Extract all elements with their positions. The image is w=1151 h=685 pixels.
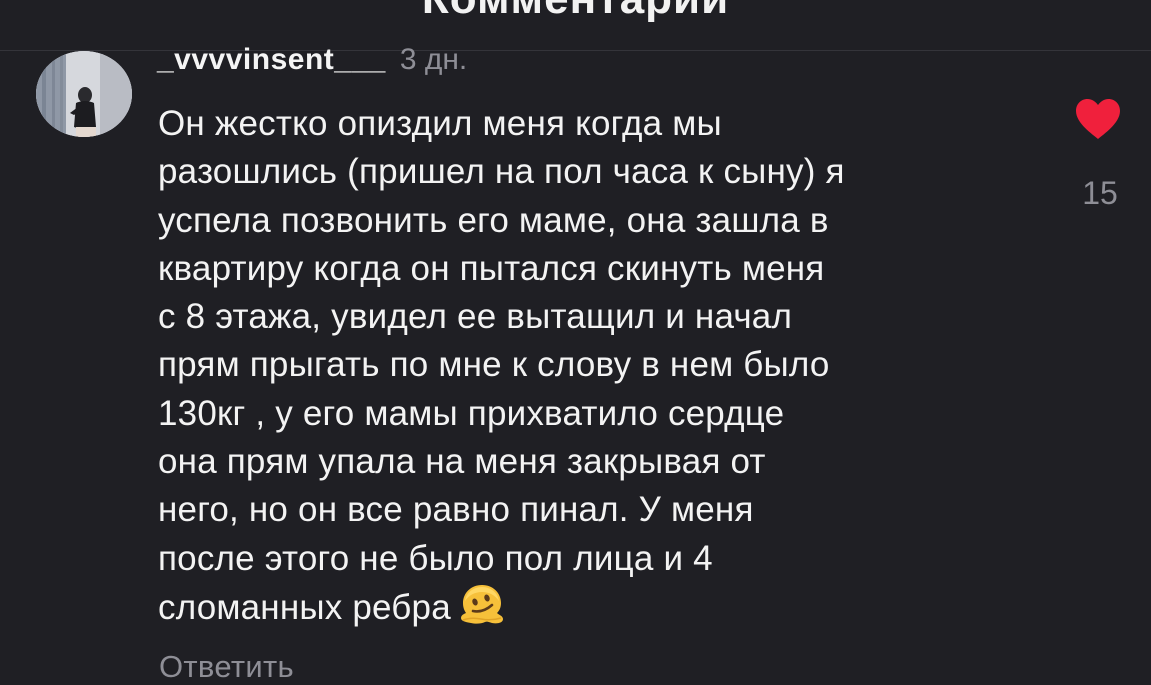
avatar-photo-image [36,51,132,137]
page-title: Комментарии [0,0,1151,24]
like-count: 15 [1082,175,1118,211]
avatar[interactable] [36,51,132,137]
timestamp: 3 дн. [399,43,468,76]
melting-face-emoji-icon [459,583,505,638]
heart-icon[interactable] [1068,97,1128,141]
comment-body: Он жестко опиздил меня когда мы разошлис… [158,100,1038,638]
comment-item: _vvvvinsent___ 3 дн. Он жестко опиздил м… [0,43,1151,684]
comment-text: Он жестко опиздил меня когда мы разошлис… [158,104,845,627]
reply-button[interactable]: Ответить [159,649,294,685]
like-area: 15 [1068,97,1128,212]
username[interactable]: _vvvvinsent___ [157,43,386,77]
comment-header: _vvvvinsent___ 3 дн. [157,43,467,83]
